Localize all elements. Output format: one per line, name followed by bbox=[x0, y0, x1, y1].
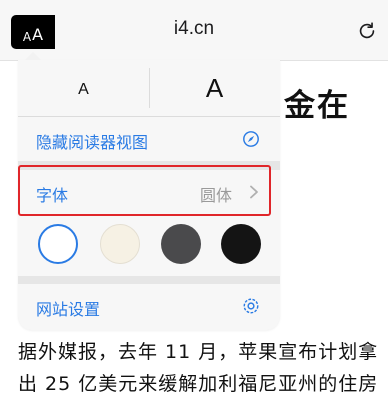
theme-black-swatch[interactable] bbox=[221, 224, 261, 264]
section-separator bbox=[18, 276, 280, 284]
font-size-row: A A bbox=[18, 60, 280, 117]
compass-icon bbox=[243, 131, 259, 147]
article-title-fragment: 金在 bbox=[284, 88, 350, 124]
article-line: 据外媒报，去年 11 月，苹果宣布计划拿 bbox=[18, 341, 379, 363]
gear-icon bbox=[243, 298, 259, 314]
theme-row bbox=[18, 214, 280, 276]
theme-gray-swatch[interactable] bbox=[161, 224, 201, 264]
theme-white-swatch[interactable] bbox=[38, 224, 78, 264]
article-body: 据外媒报，去年 11 月，苹果宣布计划拿 出 25 亿美元来缓解加利福尼亚州的住… bbox=[18, 336, 388, 400]
hide-reader-view-label: 隐藏阅读器视图 bbox=[36, 133, 149, 152]
website-settings-item[interactable]: 网站设置 bbox=[18, 284, 280, 330]
url-field[interactable]: i4.cn bbox=[0, 18, 388, 40]
reload-icon[interactable] bbox=[356, 20, 378, 42]
article-line: 出 25 亿美元来缓解加利福尼亚州的住房 bbox=[18, 373, 379, 395]
website-settings-label: 网站设置 bbox=[36, 300, 101, 319]
address-bar: A A i4.cn bbox=[0, 0, 388, 61]
hide-reader-view-item[interactable]: 隐藏阅读器视图 bbox=[18, 117, 280, 161]
increase-font-size-button[interactable]: A bbox=[149, 60, 280, 116]
decrease-font-size-button[interactable]: A bbox=[18, 60, 149, 116]
highlight-annotation bbox=[18, 165, 271, 216]
theme-sepia-swatch[interactable] bbox=[100, 224, 140, 264]
